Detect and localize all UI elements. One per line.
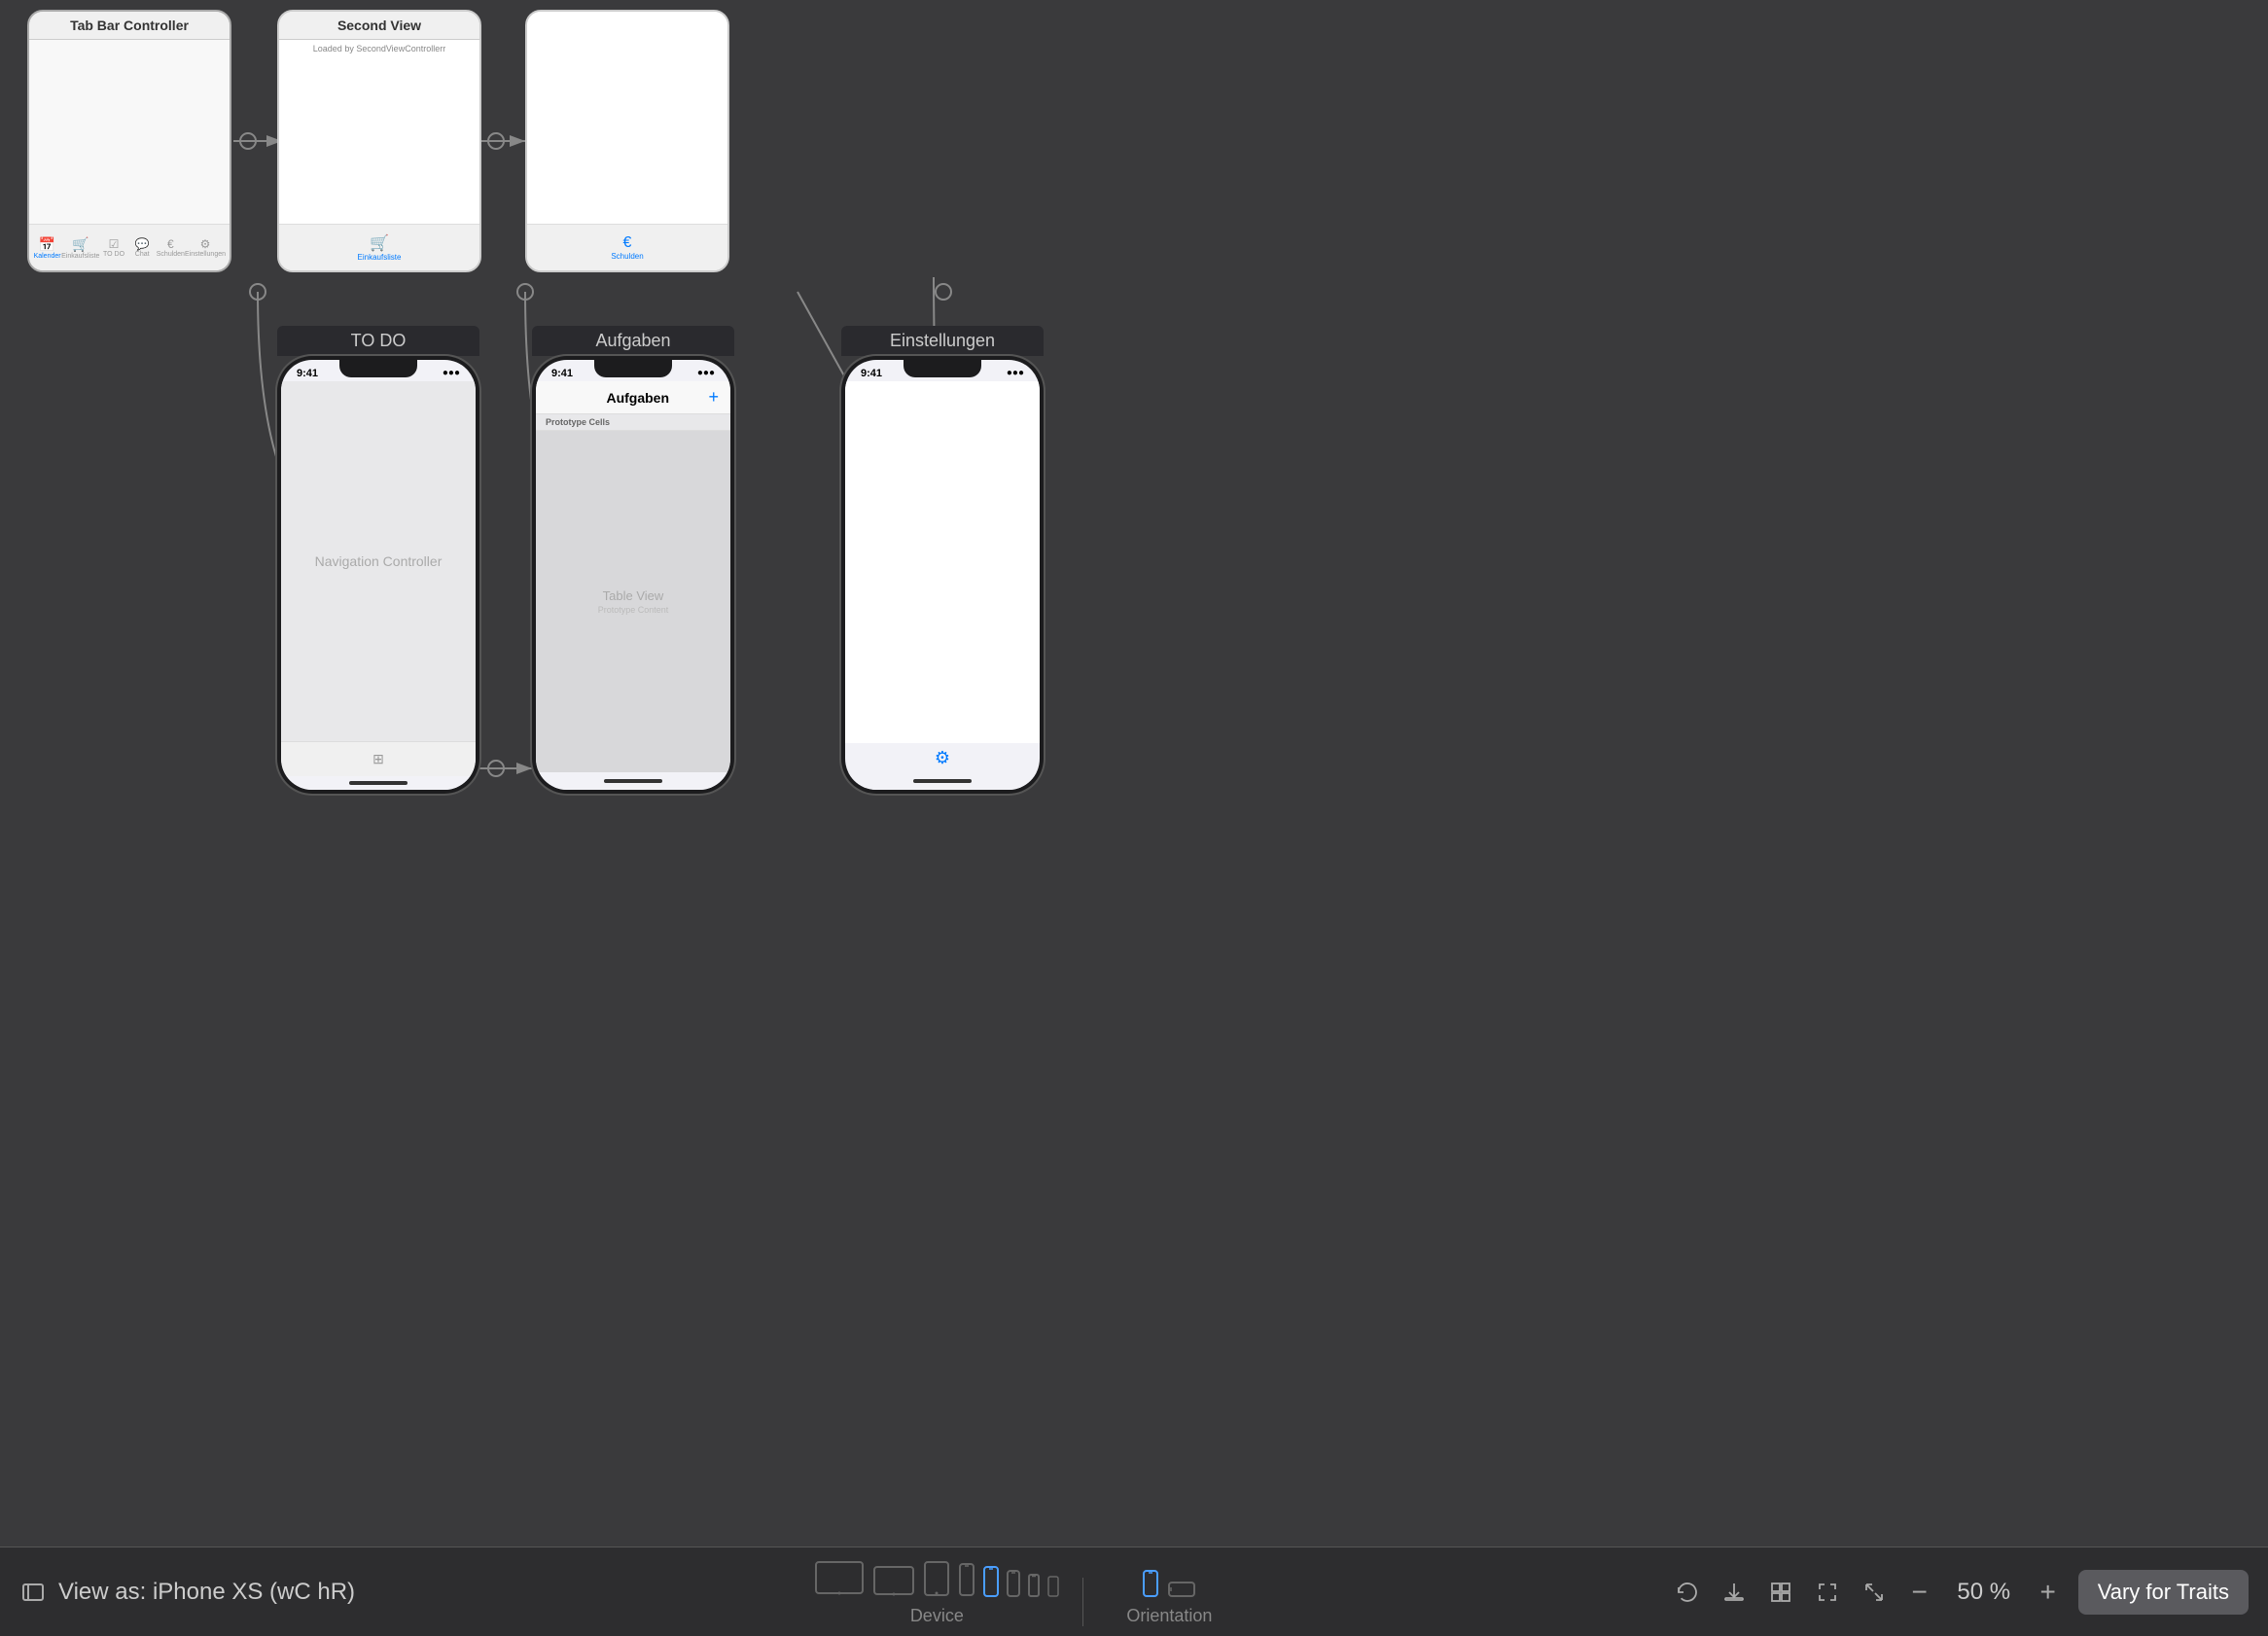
device-ipad-large[interactable]: [814, 1558, 865, 1602]
orientation-portrait[interactable]: [1143, 1570, 1158, 1602]
orientation-landscape[interactable]: [1168, 1582, 1195, 1602]
undo-btn[interactable]: [1672, 1577, 1703, 1608]
device-ipad-medium[interactable]: [872, 1564, 915, 1602]
todo-scene-bar: TO DO: [277, 326, 479, 356]
table-view-label: Table View: [603, 588, 664, 603]
device-iphone-smaller[interactable]: [1028, 1574, 1040, 1602]
aufgaben-status-time: 9:41: [551, 368, 573, 379]
device-ipad-portrait[interactable]: [923, 1560, 950, 1602]
tab-einstellungen[interactable]: ⚙ Einstellungen: [185, 237, 226, 258]
prototype-cells-label: Prototype Cells: [536, 414, 730, 431]
table-view-prototype-content: Prototype Content: [598, 605, 669, 615]
grid-btn[interactable]: [1765, 1577, 1796, 1608]
download-btn[interactable]: [1719, 1577, 1750, 1608]
todo-status-time: 9:41: [297, 368, 318, 379]
tab-bar-controller-title: Tab Bar Controller: [29, 12, 230, 40]
zoom-out-btn[interactable]: −: [1905, 1578, 1934, 1607]
einstellungen-status-time: 9:41: [861, 368, 882, 379]
expand-btn[interactable]: [1859, 1577, 1890, 1608]
tab-todo[interactable]: ☑ TO DO: [99, 237, 127, 258]
view-as-label: View as: iPhone XS (wC hR): [58, 1579, 355, 1606]
sidebar-toggle-btn[interactable]: [19, 1579, 47, 1606]
device-iphone-short[interactable]: [1007, 1570, 1020, 1602]
tab-schulden[interactable]: € Schulden: [157, 237, 185, 258]
zoom-in-btn[interactable]: +: [2034, 1578, 2063, 1607]
device-orientation-divider: [1082, 1578, 1083, 1626]
aufgaben-scene-bar: Aufgaben: [532, 326, 734, 356]
fit-btn[interactable]: [1812, 1577, 1843, 1608]
device-label: Device: [910, 1606, 964, 1626]
aufgaben-add-btn[interactable]: +: [708, 387, 719, 408]
second-view-tab: 🛒 Einkaufsliste: [279, 224, 479, 270]
zoom-level: 50 %: [1950, 1579, 2018, 1606]
aufgaben-nav-title: Aufgaben: [606, 390, 669, 406]
tab-einkaufsliste[interactable]: 🛒 Einkaufsliste: [61, 236, 99, 260]
vary-traits-btn[interactable]: Vary for Traits: [2078, 1570, 2249, 1615]
orientation-label: Orientation: [1126, 1606, 1212, 1626]
todo-nav-label: Navigation Controller: [315, 553, 443, 569]
tab-kalender[interactable]: 📅 Kalender: [33, 236, 61, 260]
second-view-title: Second View: [279, 12, 479, 40]
tab-chat[interactable]: 💬 Chat: [128, 237, 157, 258]
einstellungen-scene-bar: Einstellungen: [841, 326, 1044, 356]
device-iphone-tall[interactable]: [958, 1562, 975, 1602]
second-view-subtitle: Loaded by SecondViewControllerr: [279, 40, 479, 57]
device-iphone-active[interactable]: [983, 1566, 999, 1602]
third-view-tab: € Schulden: [527, 224, 727, 270]
device-iphone-se[interactable]: [1047, 1576, 1059, 1602]
